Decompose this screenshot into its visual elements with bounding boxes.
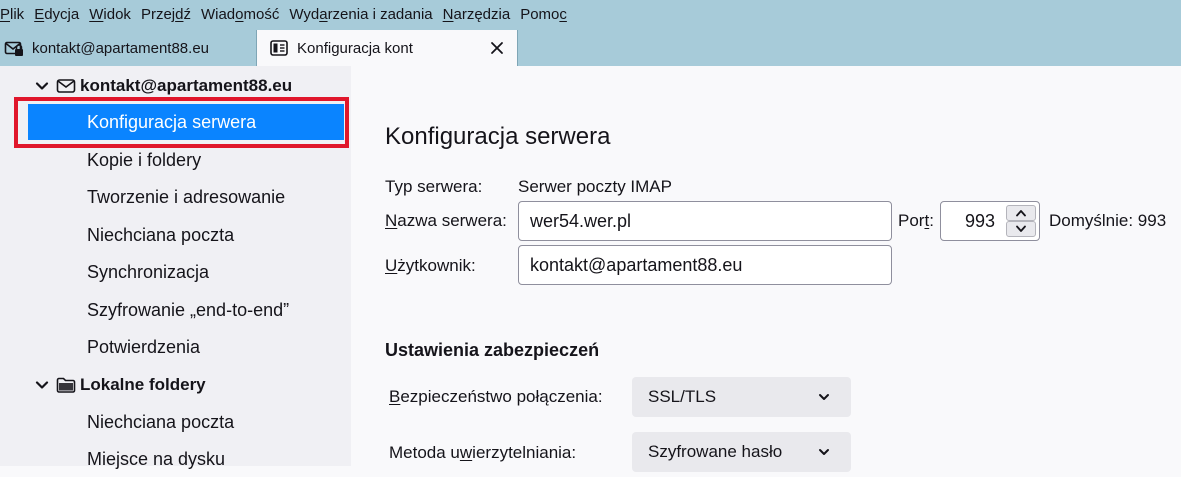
tree-item-label: Niechciana poczta [87, 224, 235, 245]
security-section-title: Ustawienia zabezpieczeń [385, 340, 600, 360]
envelope-icon [56, 77, 76, 95]
close-icon[interactable] [483, 34, 511, 62]
chevron-down-icon [817, 390, 831, 404]
menu-widok[interactable]: Widok [84, 0, 136, 30]
auth-method-select[interactable]: Szyfrowane hasło [632, 432, 851, 472]
tree-item-e2e[interactable]: Szyfrowanie „end-to-end” [28, 292, 344, 328]
folder-icon [56, 376, 76, 394]
port-label: Port: [898, 211, 934, 230]
connection-security-select[interactable]: SSL/TLS [632, 377, 851, 417]
tab-mail[interactable]: kontakt@apartament88.eu [0, 30, 254, 66]
server-settings-pane: Konfiguracja serwera Typ serwera: Serwer… [351, 66, 1181, 472]
account-settings-icon [269, 38, 289, 58]
menu-wydarzenia[interactable]: Wydarzenia i zadania [284, 0, 437, 30]
tree-local-folders[interactable]: Lokalne foldery [34, 366, 206, 404]
tree-account-label: kontakt@apartament88.eu [80, 76, 293, 95]
tab-bar: kontakt@apartament88.eu Konfiguracja kon… [0, 30, 1181, 66]
port-value: 993 [964, 211, 995, 231]
tree-item-receipts[interactable]: Potwierdzenia [28, 329, 344, 365]
menu-bar: Plik Edycja Widok Przejdź Wiadomość Wyda… [0, 0, 1181, 30]
chevron-down-icon [817, 445, 831, 459]
server-type-value: Serwer poczty IMAP [518, 177, 672, 196]
chevron-down-icon[interactable] [34, 377, 50, 393]
tree-local-folders-label: Lokalne foldery [80, 375, 206, 394]
tab-account-settings-title: Konfiguracja kont [297, 39, 413, 57]
user-input[interactable]: kontakt@apartament88.eu [518, 245, 892, 285]
user-label: Użytkownik: [385, 256, 476, 275]
server-name-label: Nazwa serwera: [385, 211, 507, 230]
tree-item-label: Szyfrowanie „end-to-end” [87, 299, 290, 320]
tree-item-label: Synchronizacja [87, 261, 210, 282]
tree-item-sync[interactable]: Synchronizacja [28, 254, 344, 290]
tab-account-settings[interactable]: Konfiguracja kont [256, 30, 518, 66]
connection-security-value: SSL/TLS [648, 387, 717, 406]
chevron-down-icon[interactable] [34, 78, 50, 94]
menu-edycja[interactable]: Edycja [29, 0, 84, 30]
auth-method-value: Szyfrowane hasło [648, 442, 783, 461]
page-title: Konfiguracja serwera [385, 123, 611, 150]
tree-item-disk-space[interactable]: Miejsce na dysku [28, 441, 344, 477]
menu-pomoc[interactable]: Pomoc [515, 0, 572, 30]
spin-up-icon[interactable] [1006, 205, 1036, 221]
tree-item-label: Niechciana poczta [87, 411, 235, 432]
tree-item-composition[interactable]: Tworzenie i adresowanie [28, 179, 344, 215]
menu-narzedzia[interactable]: Narzędzia [438, 0, 516, 30]
menu-wiadomosc[interactable]: Wiadomość [196, 0, 284, 30]
tree-item-label: Potwierdzenia [87, 336, 201, 357]
menu-plik[interactable]: Plik [0, 0, 29, 30]
connection-security-label: Bezpieczeństwo połączenia: [389, 387, 603, 406]
spin-down-icon[interactable] [1006, 221, 1036, 237]
server-name-input[interactable]: wer54.wer.pl [518, 201, 892, 241]
tree-item-label: Tworzenie i adresowanie [87, 186, 286, 207]
server-type-label: Typ serwera: [385, 177, 483, 196]
tree-item-label: Miejsce na dysku [87, 448, 226, 469]
mail-lock-icon [4, 38, 24, 58]
tree-item-label: Kopie i foldery [87, 149, 202, 170]
menu-przejdz[interactable]: Przejdź [136, 0, 196, 30]
port-default: Domyślnie: 993 [1049, 211, 1167, 230]
port-stepper[interactable]: 993 [940, 201, 1040, 241]
auth-method-label: Metoda uwierzytelniania: [389, 443, 577, 462]
tree-item-local-junk[interactable]: Niechciana poczta [28, 404, 344, 440]
highlight-box [14, 97, 349, 148]
tree-item-junk[interactable]: Niechciana poczta [28, 217, 344, 253]
tab-mail-title: kontakt@apartament88.eu [32, 39, 210, 57]
